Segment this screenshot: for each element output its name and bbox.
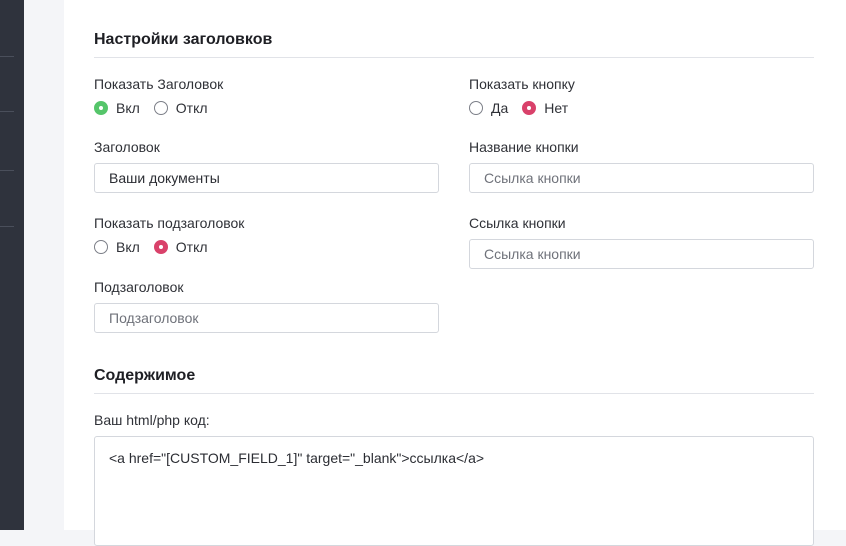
sidebar-divider [0,111,14,112]
subtitle-input[interactable] [94,303,439,333]
button-name-label: Название кнопки [469,139,579,155]
radio-label: Нет [544,100,569,116]
radio-label: Откл [175,239,208,255]
radio-label: Да [491,100,509,116]
title-field-label: Заголовок [94,139,160,155]
radio-label: Вкл [116,239,140,255]
title-input[interactable] [94,163,439,193]
show-subtitle-off-radio[interactable]: Откл [153,239,208,255]
show-button-yes-radio[interactable]: Да [469,100,508,116]
radio-unchecked-icon [153,101,168,115]
show-title-radio-group: Вкл Откл [94,100,222,116]
button-link-label: Ссылка кнопки [469,215,566,231]
show-button-label: Показать кнопку [469,76,575,92]
radio-label: Откл [175,100,208,116]
sidebar-divider [0,170,14,171]
subtitle-field-label: Подзаголовок [94,279,184,295]
radio-unchecked-icon [469,101,483,115]
sidebar-divider [0,56,14,57]
show-title-off-radio[interactable]: Откл [153,100,208,116]
section-title-headers: Настройки заголовков [94,31,814,58]
show-title-label: Показать Заголовок [94,76,224,92]
sidebar-divider [0,226,14,227]
show-button-radio-group: Да Нет [469,100,582,116]
show-subtitle-label: Показать подзаголовок [94,215,245,231]
settings-panel: Настройки заголовков Показать Заголовок … [64,0,846,546]
radio-label: Вкл [116,100,140,116]
code-field-label: Ваш html/php код: [94,412,210,428]
radio-checked-icon [94,101,108,115]
button-link-input[interactable] [469,239,814,269]
show-subtitle-on-radio[interactable]: Вкл [94,239,140,255]
show-button-no-radio[interactable]: Нет [522,100,568,116]
radio-unchecked-icon [94,240,108,254]
section-title-content: Содержимое [94,367,814,394]
show-title-on-radio[interactable]: Вкл [94,100,140,116]
radio-checked-icon [153,240,168,254]
sidebar [0,0,24,530]
radio-checked-icon [522,101,537,115]
show-subtitle-radio-group: Вкл Откл [94,239,222,255]
button-name-input[interactable] [469,163,814,193]
